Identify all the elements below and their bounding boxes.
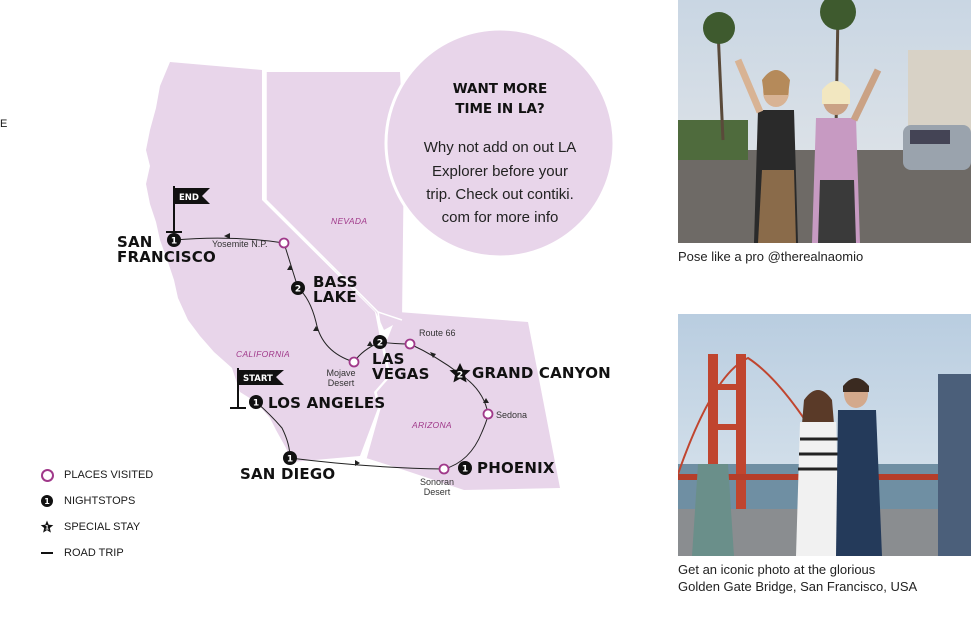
nightstop-san-francisco: 1 xyxy=(167,233,181,247)
svg-text:1: 1 xyxy=(171,237,177,247)
star-icon: 1 xyxy=(40,520,54,534)
city-label-bass-lake-2: LAKE xyxy=(313,288,357,306)
city-label-los-angeles: LOS ANGELES xyxy=(268,394,385,412)
place-marker-sedona xyxy=(482,408,494,420)
city-label-san-diego: SAN DIEGO xyxy=(240,465,335,483)
city-label-las-vegas-2: VEGAS xyxy=(372,365,430,383)
callout-title-line1: WANT MORE xyxy=(453,81,547,97)
svg-text:1: 1 xyxy=(462,465,468,475)
legend-row-nightstops: 1 NIGHTSTOPS xyxy=(40,488,153,514)
nightstop-san-diego: 1 xyxy=(283,451,297,465)
place-label-sonoran-2: Desert xyxy=(424,487,451,497)
svg-text:2: 2 xyxy=(457,371,463,381)
end-flag-label: END xyxy=(179,193,199,203)
callout-body-line1: Why not add on out LA xyxy=(424,139,577,156)
legend-label-road-trip: ROAD TRIP xyxy=(64,547,124,559)
place-label-sedona: Sedona xyxy=(496,410,527,420)
place-label-sonoran-1: Sonoran xyxy=(420,477,454,487)
svg-text:2: 2 xyxy=(295,285,301,295)
place-label-yosemite: Yosemite N.P. xyxy=(212,239,268,249)
place-label-route66: Route 66 xyxy=(419,328,456,338)
svg-text:1: 1 xyxy=(253,399,259,409)
place-marker-yosemite xyxy=(278,237,290,249)
photo2-caption-line2: Golden Gate Bridge, San Francisco, USA xyxy=(678,579,918,594)
state-label-nevada: NEVADA xyxy=(331,216,367,226)
legend-label-places-visited: PLACES VISITED xyxy=(64,469,154,481)
city-label-phoenix: PHOENIX xyxy=(477,459,555,477)
svg-text:1: 1 xyxy=(45,525,49,532)
nightstop-los-angeles: 1 xyxy=(249,395,263,409)
place-label-mojave-1: Mojave xyxy=(326,368,355,378)
place-marker-mojave xyxy=(348,356,360,368)
circle-outline-icon xyxy=(40,468,54,482)
legend-label-special-stay: SPECIAL STAY xyxy=(64,521,141,533)
city-label-grand-canyon: GRAND CANYON xyxy=(472,364,611,382)
place-marker-route66 xyxy=(404,338,416,350)
legend-row-road-trip: ROAD TRIP xyxy=(40,540,153,566)
nightstop-phoenix: 1 xyxy=(458,461,472,475)
svg-text:1: 1 xyxy=(287,455,293,465)
svg-text:2: 2 xyxy=(377,339,383,349)
callout-body-line3: trip. Check out contiki. xyxy=(426,186,574,203)
place-label-mojave-2: Desert xyxy=(328,378,355,388)
photo2-caption-line1: Get an iconic photo at the glorious xyxy=(678,562,876,577)
photo2-caption: Get an iconic photo at the glorious Gold… xyxy=(678,561,917,595)
line-icon xyxy=(40,546,54,560)
callout-body-line2: Explorer before your xyxy=(432,163,568,180)
nightstop-las-vegas: 2 xyxy=(373,335,387,349)
legend-row-special-stay: 1 SPECIAL STAY xyxy=(40,514,153,540)
state-label-arizona: ARIZONA xyxy=(411,420,452,430)
nightstop-bass-lake: 2 xyxy=(291,281,305,295)
photo1-caption-text: Pose like a pro @therealnaomio xyxy=(678,249,864,264)
map-legend: PLACES VISITED 1 NIGHTSTOPS 1 SPECIAL ST… xyxy=(40,462,153,566)
state-label-california: CALIFORNIA xyxy=(236,349,290,359)
place-marker-sonoran xyxy=(438,463,450,475)
callout-body-line4: com for more info xyxy=(442,209,559,226)
callout-title-line2: TIME IN LA? xyxy=(455,101,545,117)
photo-friends-posing xyxy=(678,0,971,243)
photo-golden-gate-couple xyxy=(678,314,971,556)
legend-row-places-visited: PLACES VISITED xyxy=(40,462,153,488)
photo1-caption: Pose like a pro @therealnaomio xyxy=(678,248,863,265)
legend-label-nightstops: NIGHTSTOPS xyxy=(64,495,136,507)
start-flag-label: START xyxy=(243,374,273,384)
numbered-dot-icon: 1 xyxy=(40,494,54,508)
city-label-san-francisco-2: FRANCISCO xyxy=(117,248,216,266)
